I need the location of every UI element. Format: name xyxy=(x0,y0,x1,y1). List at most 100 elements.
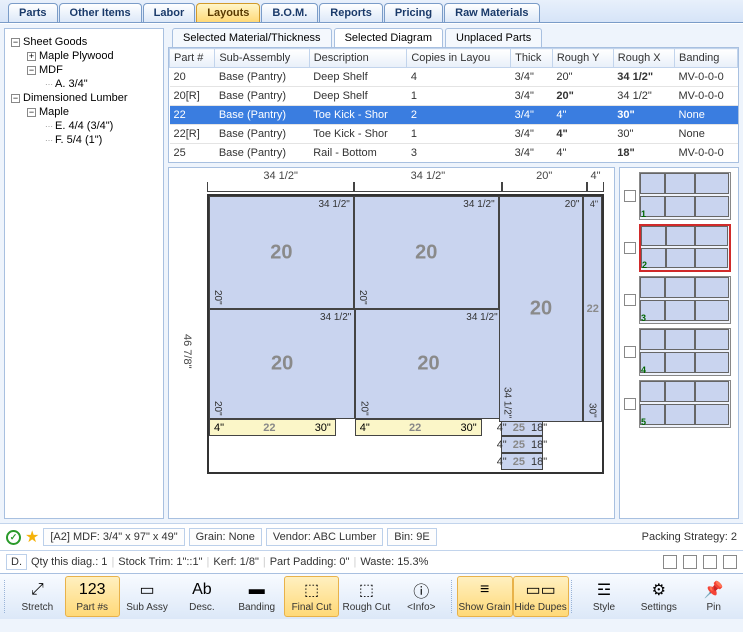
desc-button[interactable]: AbDesc. xyxy=(174,576,229,617)
pin-button[interactable]: 📌Pin xyxy=(686,576,741,617)
tab-raw-materials[interactable]: Raw Materials xyxy=(444,3,539,22)
thumb-checkbox[interactable] xyxy=(624,398,636,410)
tab-other-items[interactable]: Other Items xyxy=(59,3,142,22)
layout-thumb[interactable]: 2 xyxy=(639,224,731,272)
col-header[interactable]: Part # xyxy=(170,49,215,68)
strategy-icon[interactable] xyxy=(663,555,677,569)
tree-dim-lumber[interactable]: Dimensioned Lumber xyxy=(23,92,128,104)
style-button[interactable]: ☲Style xyxy=(577,576,632,617)
subtab-selected-material-thickness[interactable]: Selected Material/Thickness xyxy=(172,28,332,47)
info-icon: ⓘ xyxy=(409,580,433,600)
col-header[interactable]: Rough X xyxy=(613,49,674,68)
tree-mdf-a[interactable]: A. 3/4" xyxy=(55,78,88,90)
partnums-button[interactable]: 123Part #s xyxy=(65,576,120,617)
dim-width: 4" xyxy=(587,170,604,192)
col-header[interactable]: Description xyxy=(309,49,407,68)
part-piece[interactable]: 2020"34 1/2" xyxy=(499,196,584,422)
hidedupes-icon: ▭▭ xyxy=(529,580,553,600)
stock-trim-info: Stock Trim: 1"::1" xyxy=(118,556,202,568)
tab-b-o-m-[interactable]: B.O.M. xyxy=(261,3,318,22)
subtab-unplaced-parts[interactable]: Unplaced Parts xyxy=(445,28,542,47)
bin-info: Bin: 9E xyxy=(387,528,436,546)
table-row[interactable]: 22[R]Base (Pantry)Toe Kick - Shor13/4"4"… xyxy=(170,125,738,144)
kerf-info: Kerf: 1/8" xyxy=(213,556,258,568)
table-row[interactable]: 22Base (Pantry)Toe Kick - Shor23/4"4"30"… xyxy=(170,106,738,125)
tree-maple-plywood[interactable]: Maple Plywood xyxy=(39,50,114,62)
part-piece[interactable]: 2034 1/2"20" xyxy=(209,309,355,419)
layout-thumbnails: 12345 xyxy=(619,167,739,519)
layout-thumb[interactable]: 1 xyxy=(639,172,731,220)
subassy-button[interactable]: ▭Sub Assy xyxy=(120,576,175,617)
tree-toggle[interactable]: − xyxy=(11,38,20,47)
strategy-icon[interactable] xyxy=(703,555,717,569)
part-piece[interactable]: 2034 1/2"20" xyxy=(354,196,499,309)
tree-mdf[interactable]: MDF xyxy=(39,64,63,76)
finalcut-button[interactable]: ⬚Final Cut xyxy=(284,576,339,617)
tree-maple[interactable]: Maple xyxy=(39,106,69,118)
tab-pricing[interactable]: Pricing xyxy=(384,3,443,22)
stretch-button[interactable]: ⤢Stretch xyxy=(10,576,65,617)
material-tree[interactable]: −Sheet Goods +Maple Plywood −MDF A. 3/4"… xyxy=(4,28,164,519)
tree-maple-f[interactable]: F. 5/4 (1") xyxy=(55,134,102,146)
settings-button[interactable]: ⚙Settings xyxy=(631,576,686,617)
tree-sheet-goods[interactable]: Sheet Goods xyxy=(23,36,87,48)
part-piece[interactable]: 4"2230" xyxy=(209,419,336,436)
part-piece[interactable]: 4"2230" xyxy=(355,419,482,436)
layout-diagram[interactable]: 34 1/2"34 1/2"20"4" 46 7/8" 2034 1/2"20"… xyxy=(168,167,615,519)
tab-labor[interactable]: Labor xyxy=(143,3,196,22)
table-row[interactable]: 20[R]Base (Pantry)Deep Shelf13/4"20"34 1… xyxy=(170,87,738,106)
hidedupes-button[interactable]: ▭▭Hide Dupes xyxy=(513,576,569,617)
sheet-info: [A2] MDF: 3/4" x 97" x 49" xyxy=(43,528,184,546)
tree-toggle[interactable]: − xyxy=(11,94,20,103)
part-piece[interactable]: 4"2518" xyxy=(501,453,544,470)
dim-width: 20" xyxy=(502,170,587,192)
tree-maple-e[interactable]: E. 4/4 (3/4") xyxy=(55,120,113,132)
part-piece[interactable]: 2034 1/2"20" xyxy=(355,309,501,419)
tab-parts[interactable]: Parts xyxy=(8,3,58,22)
star-icon[interactable]: ★ xyxy=(25,527,39,547)
style-icon: ☲ xyxy=(592,580,616,600)
roughcut-icon: ⬚ xyxy=(354,580,378,600)
tree-toggle[interactable]: − xyxy=(27,108,36,117)
subassy-icon: ▭ xyxy=(135,580,159,600)
col-header[interactable]: Banding xyxy=(675,49,738,68)
strategy-icon[interactable] xyxy=(723,555,737,569)
col-header[interactable]: Thick xyxy=(511,49,553,68)
pin-icon: 📌 xyxy=(702,580,726,600)
tab-layouts[interactable]: Layouts xyxy=(196,3,260,22)
grain-info: Grain: None xyxy=(189,528,262,546)
thumb-checkbox[interactable] xyxy=(624,242,636,254)
banding-button[interactable]: ▬Banding xyxy=(229,576,284,617)
settings-icon: ⚙ xyxy=(647,580,671,600)
subtab-selected-diagram[interactable]: Selected Diagram xyxy=(334,28,443,47)
packing-strategy: Packing Strategy: 2 xyxy=(642,531,737,543)
showgrain-icon: ≡ xyxy=(473,580,497,600)
roughcut-button[interactable]: ⬚Rough Cut xyxy=(339,576,394,617)
col-header[interactable]: Copies in Layou xyxy=(407,49,511,68)
tab-reports[interactable]: Reports xyxy=(319,3,383,22)
tree-toggle[interactable]: − xyxy=(27,66,36,75)
col-header[interactable]: Sub-Assembly xyxy=(215,49,309,68)
thumb-checkbox[interactable] xyxy=(624,346,636,358)
showgrain-button[interactable]: ≡Show Grain xyxy=(457,576,513,617)
part-piece[interactable]: 224"30" xyxy=(583,196,602,422)
layout-thumb[interactable]: 4 xyxy=(639,328,731,376)
table-row[interactable]: 20Base (Pantry)Deep Shelf43/4"20"34 1/2"… xyxy=(170,68,738,87)
thumb-checkbox[interactable] xyxy=(624,190,636,202)
strategy-icon[interactable] xyxy=(683,555,697,569)
dim-width: 34 1/2" xyxy=(207,170,354,192)
col-header[interactable]: Rough Y xyxy=(552,49,613,68)
table-row[interactable]: 25Base (Pantry)Rail - Bottom33/4"4"18"MV… xyxy=(170,144,738,163)
banding-icon: ▬ xyxy=(245,580,269,600)
padding-info: Part Padding: 0" xyxy=(270,556,350,568)
layout-thumb[interactable]: 3 xyxy=(639,276,731,324)
part-piece[interactable]: 4"2518" xyxy=(501,436,544,453)
parts-table[interactable]: Part #Sub-AssemblyDescriptionCopies in L… xyxy=(168,47,739,163)
vendor-info: Vendor: ABC Lumber xyxy=(266,528,383,546)
info-button[interactable]: ⓘ<Info> xyxy=(394,576,449,617)
part-piece[interactable]: 2034 1/2"20" xyxy=(209,196,354,309)
diag-letter: D. xyxy=(6,554,27,570)
tree-toggle[interactable]: + xyxy=(27,52,36,61)
thumb-checkbox[interactable] xyxy=(624,294,636,306)
layout-thumb[interactable]: 5 xyxy=(639,380,731,428)
